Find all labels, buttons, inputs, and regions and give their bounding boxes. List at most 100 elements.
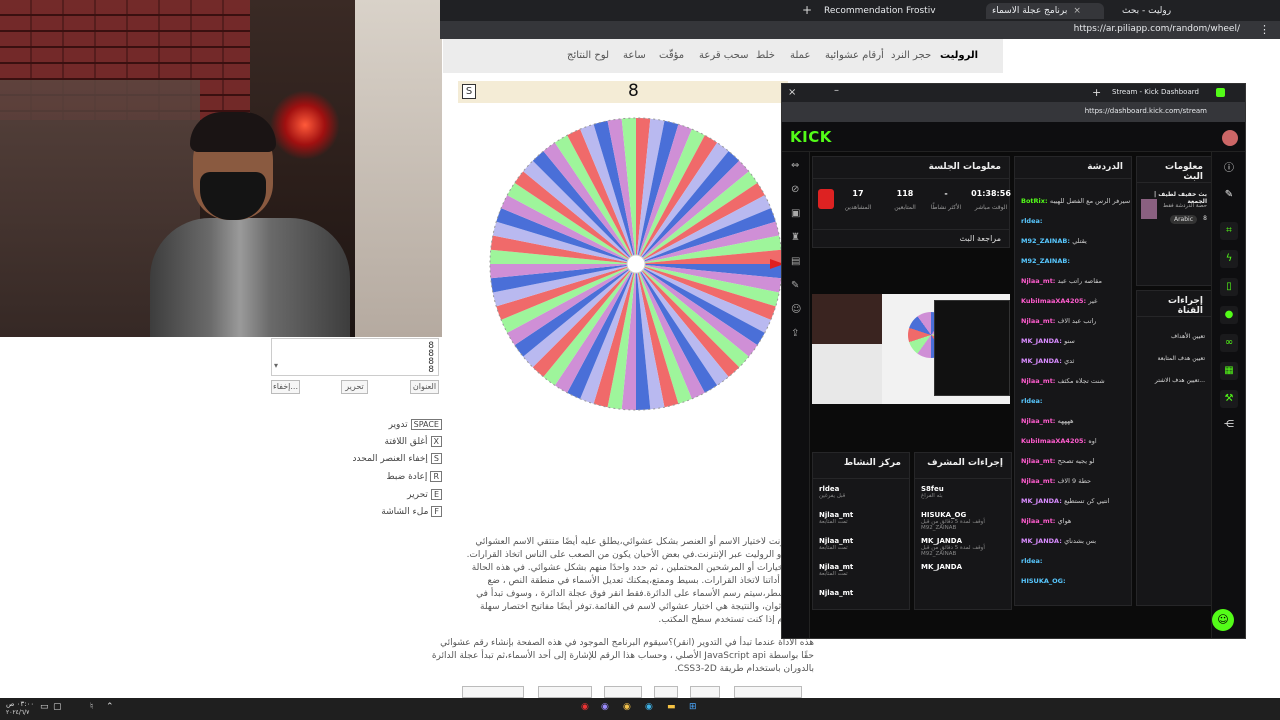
chat-username[interactable]: BotRix: — [1021, 197, 1050, 205]
chat-message[interactable]: MK_JANDA: بس بشدناي — [1021, 537, 1096, 545]
bottom-button[interactable] — [538, 686, 592, 698]
activity-row[interactable]: HISUKA_OG أوقف لمدة 5 دقائق من قبل M92_ZA… — [921, 511, 1007, 531]
activity-row[interactable]: MK_JANDA أوقف لمدة 5 دقائق من قبل M92_ZAI… — [921, 537, 1007, 557]
close-icon[interactable]: × — [788, 87, 796, 98]
minimize-icon[interactable]: – — [834, 85, 839, 96]
activity-row[interactable]: Njlaa_mt تمت المتابعة — [819, 511, 905, 525]
chat-message[interactable]: rldea: — [1021, 217, 1042, 225]
kick-address-bar[interactable]: https://dashboard.kick.com/stream — [782, 102, 1245, 122]
chat-message[interactable]: Njlaa_mt: مقاصه راتب عبد — [1021, 277, 1102, 285]
link-icon[interactable]: ⊘ — [791, 184, 799, 195]
chat-message[interactable]: Njlaa_mt: شنت تجلاه مكثف — [1021, 377, 1105, 385]
chat-username[interactable]: Njlaa_mt: — [1021, 377, 1058, 385]
chevron-up-icon[interactable]: ⌃ — [106, 702, 114, 712]
bottom-button[interactable] — [462, 686, 524, 698]
kick-url[interactable]: https://dashboard.kick.com/stream — [1085, 107, 1207, 115]
trophy-icon[interactable]: ♜ — [791, 232, 800, 243]
lightning-icon[interactable]: ϟ — [1220, 250, 1238, 268]
activity-row[interactable]: Njlaa_mt تمت المتابعة — [819, 537, 905, 551]
activity-user[interactable]: rldea — [819, 485, 905, 493]
stream-preview[interactable] — [812, 294, 1010, 404]
chat-username[interactable]: MK_JANDA: — [1021, 337, 1064, 345]
chat-message[interactable]: M92_ZAINAB: — [1021, 257, 1070, 265]
chat-message[interactable]: rldea: — [1021, 557, 1042, 565]
stream-icon[interactable]: ⇔ — [791, 160, 799, 171]
layout-icon[interactable]: ▣ — [791, 208, 800, 219]
edit-icon[interactable]: ✎ — [1220, 186, 1238, 204]
chat-username[interactable]: Njlaa_mt: — [1021, 277, 1058, 285]
share-icon[interactable]: ⋲ — [1220, 416, 1238, 434]
bottom-button[interactable] — [604, 686, 642, 698]
chat-username[interactable]: MK_JANDA: — [1021, 357, 1064, 365]
tab-search[interactable]: روليت - بحث — [1116, 3, 1234, 19]
shortcut-key-s[interactable]: S — [462, 84, 476, 99]
mic-icon[interactable]: ♮ — [90, 702, 93, 712]
obs-icon[interactable]: ◉ — [601, 702, 609, 712]
close-icon[interactable]: × — [1073, 6, 1081, 16]
activity-user[interactable]: Njlaa_mt — [819, 511, 905, 519]
chat-message[interactable]: BotRix: سيرفر الرس مع الفضل للهيبه — [1021, 197, 1130, 205]
chat-username[interactable]: Njlaa_mt: — [1021, 457, 1058, 465]
activity-row[interactable]: Njlaa_mt تمت المتابعة — [819, 563, 905, 577]
set-sub-goal-item[interactable]: تعيين هدف الاشتر... — [1155, 377, 1205, 384]
nav-timer[interactable]: مؤقّت — [659, 50, 684, 61]
names-textarea[interactable]: 8 8 8 8 ▾ — [271, 338, 439, 376]
chat-message[interactable]: KubiImaaXA4205: غير — [1021, 297, 1097, 305]
address-bar[interactable]: https://ar.piliapp.com/random/wheel/ ⋮ — [440, 21, 1280, 39]
bottom-button[interactable] — [654, 686, 678, 698]
menu-icon[interactable]: ⋮ — [1259, 23, 1270, 36]
activity-row[interactable]: rldea قبل يفرغين — [819, 485, 905, 499]
avatar[interactable] — [1222, 130, 1238, 146]
activity-row[interactable]: S8feu بثه الفراغ — [921, 485, 1007, 499]
chat-username[interactable]: Njlaa_mt: — [1021, 517, 1058, 525]
support-chat-icon[interactable]: ☺ — [1212, 609, 1234, 631]
chat-username[interactable]: MK_JANDA: — [1021, 497, 1064, 505]
chat-message[interactable]: M92_ZAINAB: يقتلي — [1021, 237, 1087, 245]
activity-row[interactable]: MK_JANDA — [921, 563, 1007, 571]
bottom-button[interactable] — [734, 686, 802, 698]
activity-user[interactable]: Njlaa_mt — [819, 563, 905, 571]
chat-message[interactable]: KubiImaaXA4205: اوه — [1021, 437, 1097, 445]
activity-user[interactable]: Njlaa_mt — [819, 537, 905, 545]
chat-username[interactable]: KubiImaaXA4205: — [1021, 297, 1088, 305]
chat-username[interactable]: M92_ZAINAB: — [1021, 237, 1072, 245]
wheel-center[interactable] — [626, 254, 646, 274]
page-icon[interactable]: ▯ — [1220, 278, 1238, 296]
kick-logo[interactable]: KICK — [790, 128, 832, 146]
nav-random-numbers[interactable]: أرقام عشوائية — [825, 50, 884, 61]
chat-username[interactable]: Njlaa_mt: — [1021, 477, 1058, 485]
clock-date[interactable]: ٢٠٢٤/٦/٧ — [6, 709, 29, 716]
chrome-icon[interactable]: ◉ — [623, 702, 631, 712]
chat-username[interactable]: MK_JANDA: — [1021, 537, 1064, 545]
chat-message[interactable]: MK_JANDA: انتيي كن تستطيع — [1021, 497, 1110, 505]
folder-icon[interactable]: ▬ — [667, 702, 676, 712]
chat-message[interactable]: HISUKA_OG: — [1021, 577, 1066, 585]
clip-icon[interactable]: ⌗ — [1220, 222, 1238, 240]
nav-dice[interactable]: حجر النرد — [891, 50, 931, 61]
tab-recommendation[interactable]: Recommendation Frostiven - Rob× — [818, 3, 936, 19]
chat-username[interactable]: rldea: — [1021, 557, 1042, 565]
activity-user[interactable]: Njlaa_mt — [819, 589, 905, 597]
windows-start-icon[interactable]: ⊞ — [689, 702, 697, 712]
activity-user[interactable]: MK_JANDA — [921, 537, 1007, 545]
chat-username[interactable]: Njlaa_mt: — [1021, 417, 1058, 425]
chat-username[interactable]: rldea: — [1021, 397, 1042, 405]
chat-username[interactable]: M92_ZAINAB: — [1021, 257, 1070, 265]
stream-review-title[interactable]: مراجعة البث — [813, 229, 1009, 249]
wrench-icon[interactable]: ⚒ — [1220, 390, 1238, 408]
activity-user[interactable]: MK_JANDA — [921, 563, 1007, 571]
nav-draw[interactable]: سحب قرعة — [699, 50, 748, 61]
activity-row[interactable]: Njlaa_mt — [819, 589, 905, 597]
gallery-icon[interactable]: ▦ — [1220, 362, 1238, 380]
nav-scoreboard[interactable]: لوح النتائج — [567, 50, 609, 61]
chat-message[interactable]: MK_JANDA: سنو — [1021, 337, 1075, 345]
users-icon[interactable]: ☺ — [791, 304, 801, 315]
activity-user[interactable]: HISUKA_OG — [921, 511, 1007, 519]
spinning-wheel[interactable] — [486, 114, 786, 414]
chat-message[interactable]: MK_JANDA: ثدي — [1021, 357, 1074, 365]
tools-icon[interactable]: ✎ — [791, 280, 799, 291]
new-tab-icon[interactable]: + — [802, 3, 812, 17]
chat-message[interactable]: Njlaa_mt: لو يجيه تصحح — [1021, 457, 1094, 465]
link-icon[interactable]: ∞ — [1220, 334, 1238, 352]
title-button[interactable]: العنوان — [410, 380, 439, 394]
